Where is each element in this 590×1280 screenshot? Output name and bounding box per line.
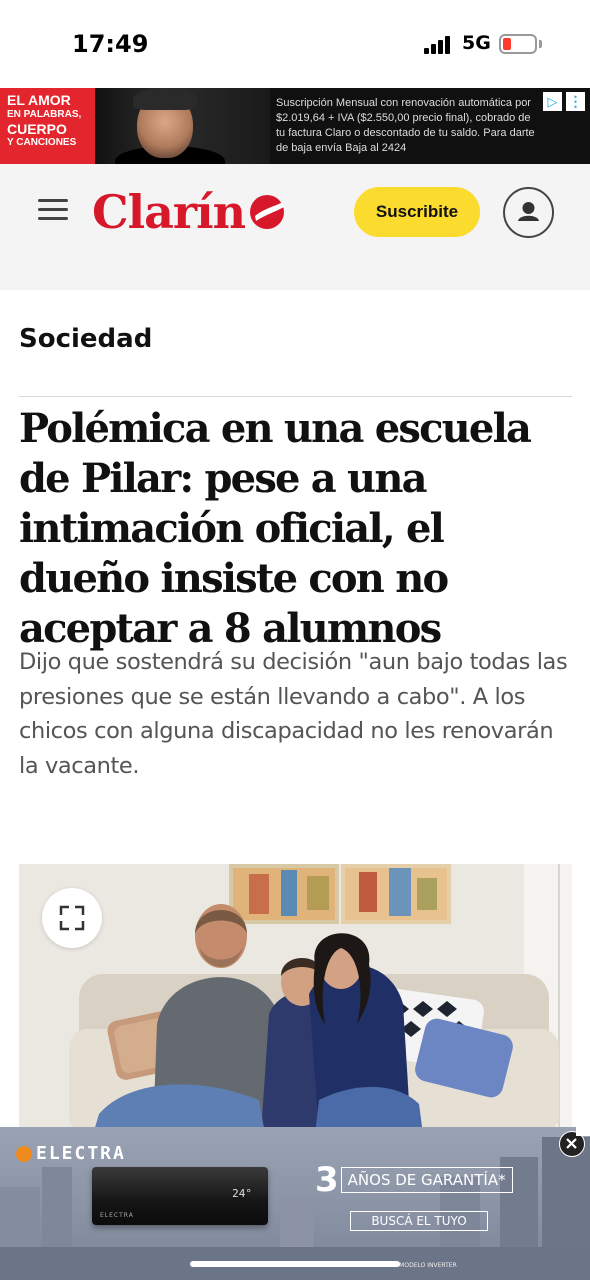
find-yours-button[interactable]: BUSCÁ EL TUYO [350,1211,488,1231]
clarin-logo[interactable]: Clarín [92,182,287,242]
battery-icon [499,34,537,54]
subscribe-button[interactable]: Suscribite [354,187,480,237]
hamburger-menu-icon[interactable] [38,197,68,223]
divider [19,396,572,397]
ad-brand-line: EN PALABRAS, [7,108,82,120]
warranty-number: 3 [315,1160,339,1200]
ad-brand-line: CUERPO [7,121,67,138]
article-summary: Dijo que sostendrá su decisión "aun bajo… [19,649,568,779]
article-headline: Polémica en una escuela de Pilar: pese a… [19,405,532,652]
electra-logo: ELECTRA [16,1143,126,1164]
network-type: 5G [462,32,491,54]
status-bar: 17:49 5G [0,0,590,88]
site-header [0,164,590,290]
electra-logo-dot-icon [16,1145,32,1162]
section-label[interactable]: Sociedad [19,324,152,354]
adchoices-icon[interactable]: ▷ [543,92,562,111]
account-button[interactable] [503,187,554,238]
ac-display: 24° [232,1187,252,1200]
user-icon [518,202,539,221]
warranty-text: AÑOS DE GARANTÍA* [340,1167,513,1193]
ad-brand-line: EL AMOR [7,92,71,108]
battery-nub [539,40,542,48]
ac-unit-brand: ELECTRA [100,1212,134,1219]
ad-info-icon[interactable] [576,1127,590,1136]
home-indicator[interactable] [190,1261,400,1267]
electra-wordmark: ELECTRA [36,1143,126,1164]
top-ad-brand: EL AMOR EN PALABRAS, CUERPO Y CANCIONES [0,88,95,164]
top-ad-text: Suscripción Mensual con renovación autom… [276,97,535,154]
ad-portrait-image [95,88,270,164]
kebab-icon[interactable]: ⋮ [566,92,585,111]
status-time: 17:49 [72,30,149,58]
logo-mark-icon [250,195,285,229]
signal-icon [424,36,450,54]
warranty-badge: 3 AÑOS DE GARANTÍA* [315,1160,513,1200]
ad-brand-line: Y CANCIONES [7,136,77,148]
air-conditioner-image: 24° ELECTRA [92,1167,268,1225]
expand-image-button[interactable] [42,888,102,948]
fullscreen-icon [59,905,85,931]
top-ad-banner[interactable]: EL AMOR EN PALABRAS, CUERPO Y CANCIONES … [0,88,590,164]
logo-text: Clarín [92,185,246,239]
